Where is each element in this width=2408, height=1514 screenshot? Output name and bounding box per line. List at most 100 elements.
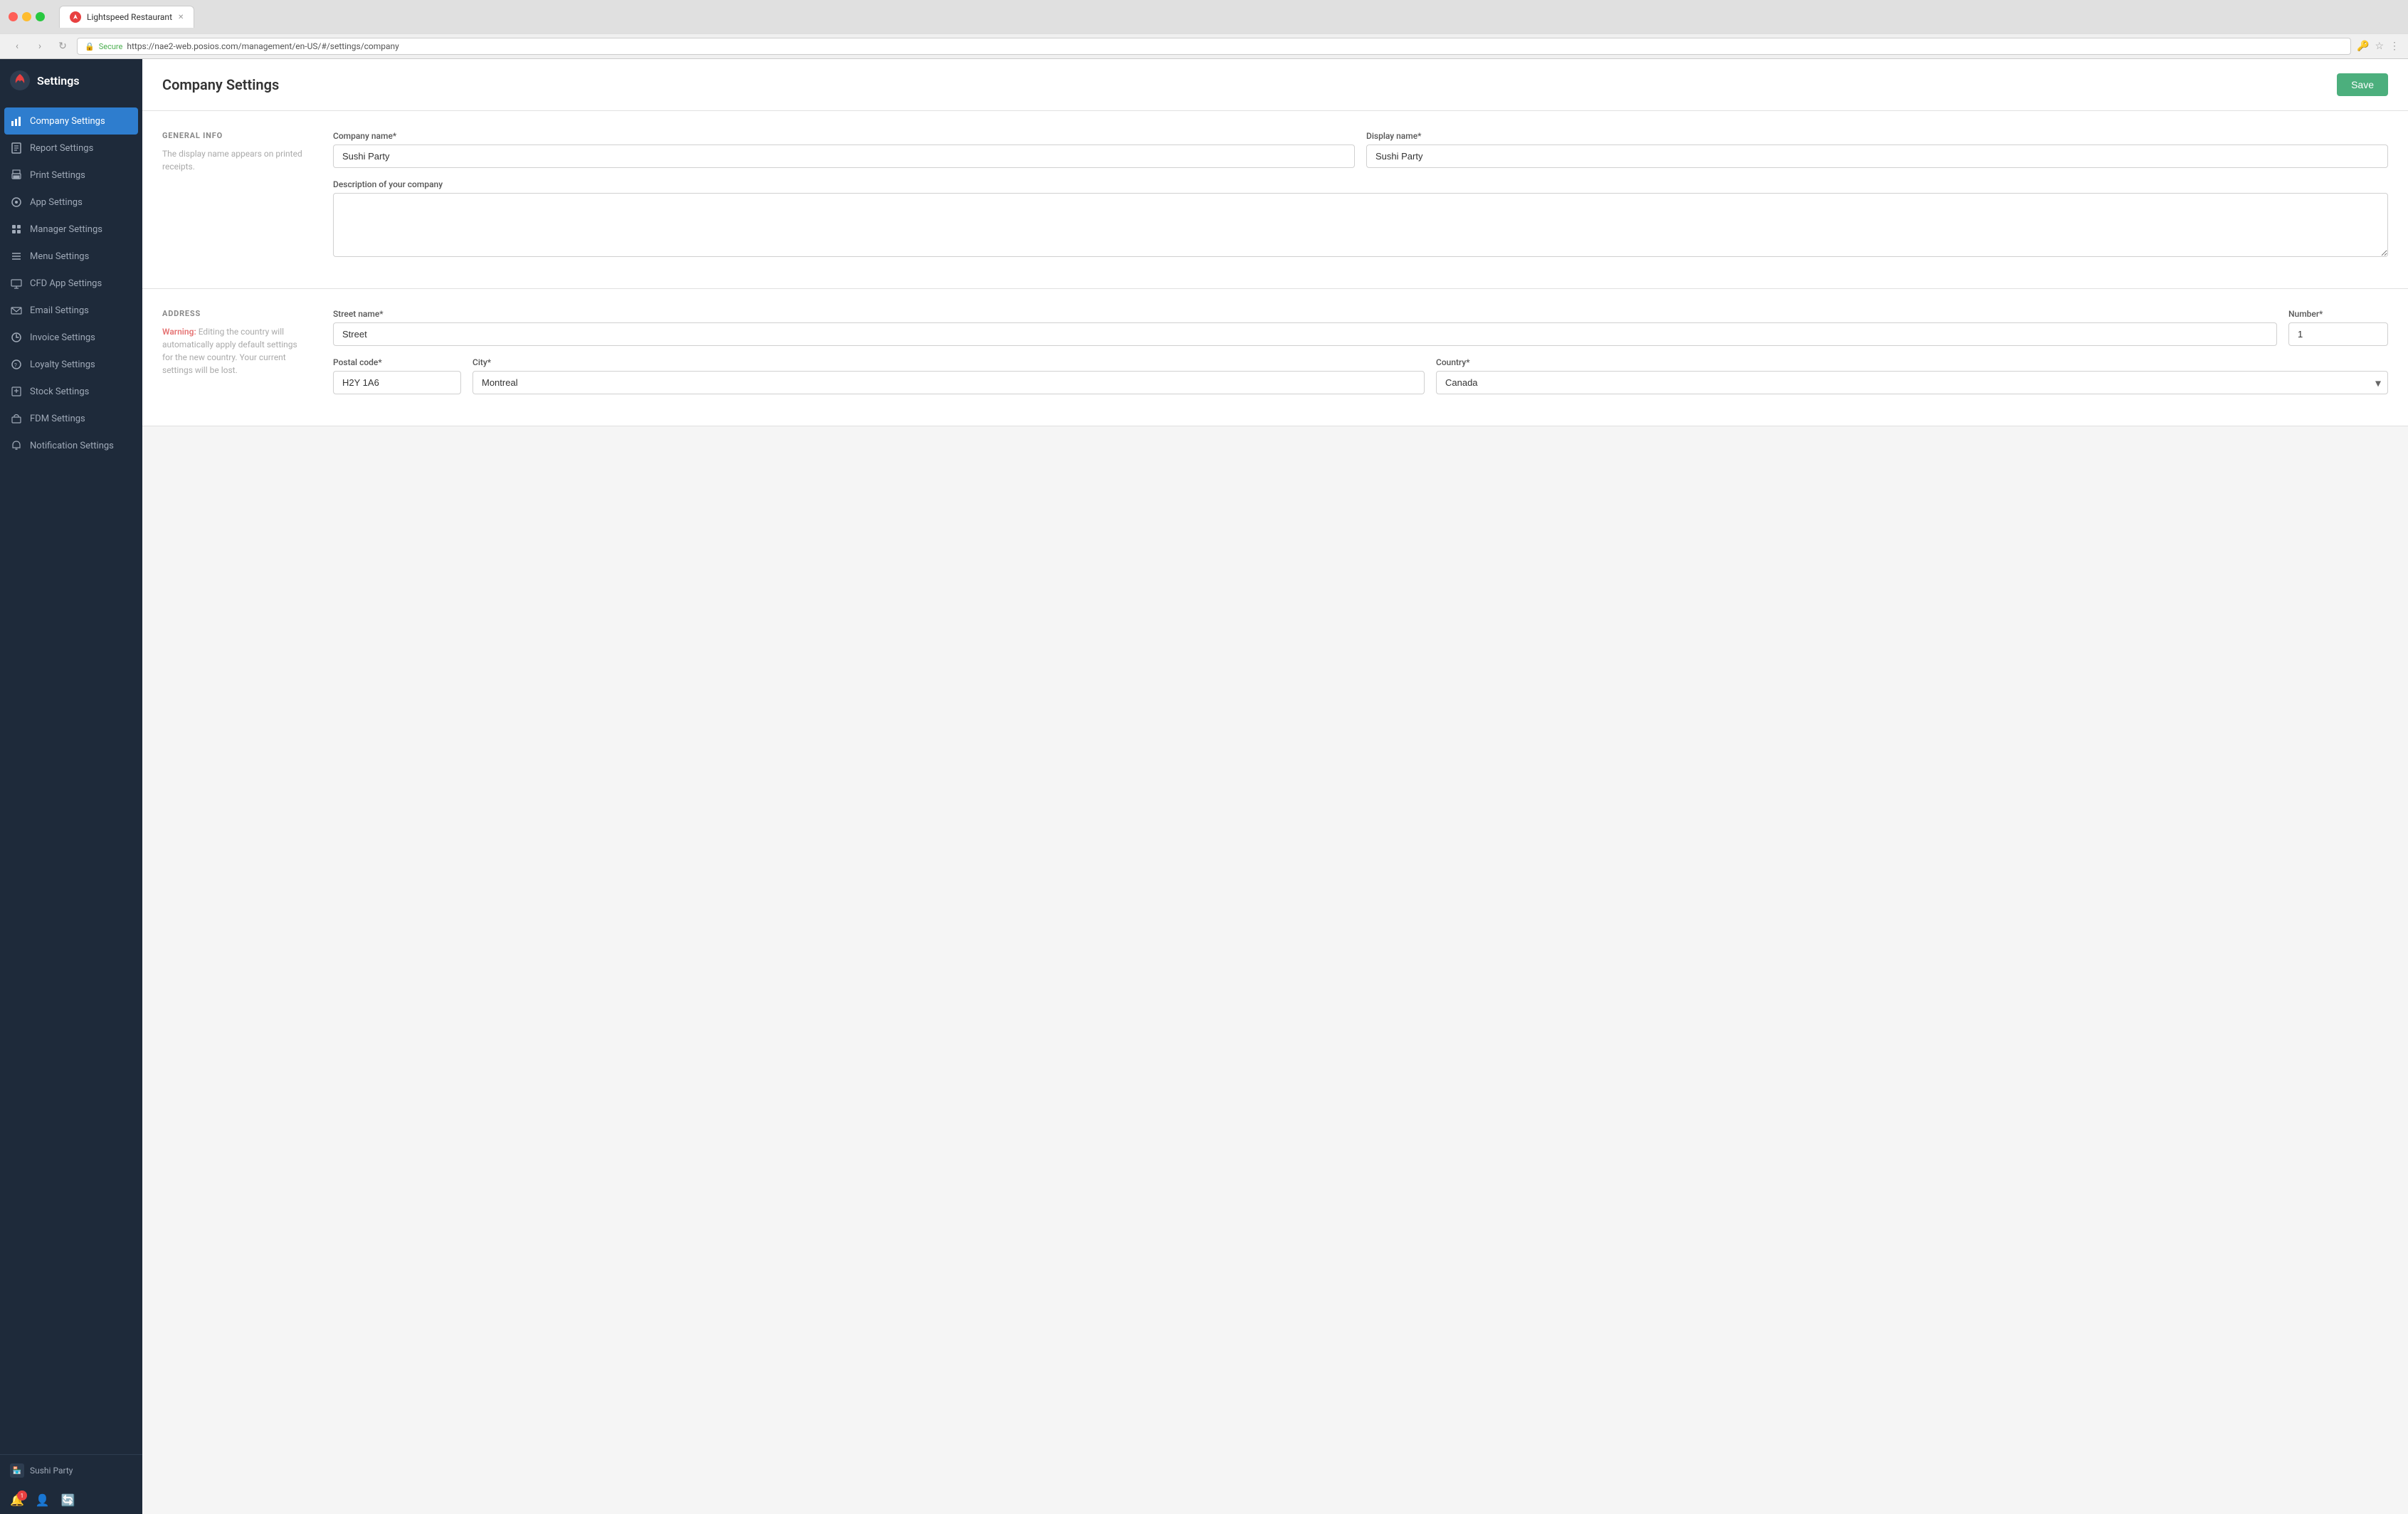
country-select[interactable]: Canada United States Belgium France Neth… (1436, 371, 2388, 394)
sidebar-item-company[interactable]: Company Settings (4, 107, 138, 135)
sidebar-item-print[interactable]: Print Settings (0, 162, 142, 189)
sidebar-item-cfd-label: CFD App Settings (30, 278, 102, 289)
general-info-layout: GENERAL INFO The display name appears on… (162, 131, 2388, 268)
sidebar-item-email[interactable]: Email Settings (0, 297, 142, 324)
sidebar-item-stock-label: Stock Settings (30, 387, 89, 397)
lock-icon: 🔒 (85, 42, 95, 51)
company-name-label: Company name* (333, 131, 1355, 141)
street-name-label: Street name* (333, 309, 2277, 319)
cfd-icon (10, 277, 23, 290)
description-label: Description of your company (333, 179, 2388, 189)
sidebar-item-loyalty[interactable]: ? Loyalty Settings (0, 351, 142, 378)
footer-actions: 🔔 1 👤 🔄 (0, 1486, 142, 1514)
sidebar-item-manager[interactable]: Manager Settings (0, 216, 142, 243)
tab-title: Lightspeed Restaurant (87, 12, 172, 22)
sidebar-item-notification-label: Notification Settings (30, 441, 114, 451)
sidebar-item-fdm-label: FDM Settings (30, 414, 85, 424)
url-display: https://nae2-web.posios.com/management/e… (127, 41, 399, 51)
sidebar-item-email-label: Email Settings (30, 305, 89, 316)
sidebar-item-report[interactable]: Report Settings (0, 135, 142, 162)
forward-button[interactable]: › (31, 38, 48, 55)
company-name-input[interactable] (333, 144, 1355, 168)
country-group: Country* Canada United States Belgium Fr… (1436, 357, 2388, 394)
city-input[interactable] (472, 371, 1425, 394)
address-bar: ‹ › ↻ 🔒 Secure https://nae2-web.posios.c… (0, 33, 2408, 58)
sidebar: Settings Company Settings Report Setting… (0, 59, 142, 1514)
sidebar-header: Settings (0, 59, 142, 102)
address-label: ADDRESS (162, 309, 305, 318)
stock-icon (10, 385, 23, 398)
address-desc: Warning: Editing the country will automa… (162, 325, 305, 377)
sidebar-item-print-label: Print Settings (30, 170, 85, 181)
tab-bar: Lightspeed Restaurant ✕ (51, 6, 203, 28)
address-section: ADDRESS Warning: Editing the country wil… (142, 289, 2408, 426)
user-button[interactable]: 👤 (36, 1493, 50, 1507)
back-button[interactable]: ‹ (9, 38, 26, 55)
description-textarea[interactable] (333, 193, 2388, 257)
general-info-label: GENERAL INFO (162, 131, 305, 140)
minimize-button[interactable] (22, 12, 31, 21)
browser-chrome: Lightspeed Restaurant ✕ ‹ › ↻ 🔒 Secure h… (0, 0, 2408, 59)
postal-code-input[interactable] (333, 371, 461, 394)
street-name-input[interactable] (333, 322, 2277, 346)
sidebar-item-app[interactable]: App Settings (0, 189, 142, 216)
general-info-fields: Company name* Display name* Description … (333, 131, 2388, 268)
number-label: Number* (2288, 309, 2388, 319)
chart-icon (10, 115, 23, 127)
sidebar-item-cfd[interactable]: CFD App Settings (0, 270, 142, 297)
sidebar-item-notification[interactable]: Notification Settings (0, 432, 142, 459)
display-name-input[interactable] (1366, 144, 2388, 168)
sidebar-item-company-label: Company Settings (30, 116, 105, 127)
sidebar-item-invoice[interactable]: Invoice Settings (0, 324, 142, 351)
notifications-button[interactable]: 🔔 1 (10, 1493, 24, 1507)
general-info-desc: The display name appears on printed rece… (162, 147, 305, 173)
save-button[interactable]: Save (2337, 73, 2388, 96)
street-row: Street name* Number* (333, 309, 2388, 346)
name-row: Company name* Display name* (333, 131, 2388, 168)
sidebar-item-loyalty-label: Loyalty Settings (30, 359, 95, 370)
address-layout: ADDRESS Warning: Editing the country wil… (162, 309, 2388, 406)
logo-icon (10, 70, 30, 90)
display-name-group: Display name* (1366, 131, 2388, 168)
star-icon[interactable]: ☆ (2375, 41, 2384, 52)
sidebar-footer: 🏪 Sushi Party (0, 1454, 142, 1486)
tab-close-icon[interactable]: ✕ (178, 14, 184, 21)
description-group: Description of your company (333, 179, 2388, 257)
reload-button[interactable]: ↻ (54, 38, 71, 55)
number-input[interactable] (2288, 322, 2388, 346)
sidebar-item-fdm[interactable]: FDM Settings (0, 405, 142, 432)
maximize-button[interactable] (36, 12, 45, 21)
settings-button[interactable]: 🔄 (61, 1493, 75, 1507)
sidebar-title: Settings (37, 74, 80, 88)
menu-icon[interactable]: ⋮ (2389, 41, 2399, 52)
address-actions: 🔑 ☆ ⋮ (2357, 41, 2399, 52)
email-icon (10, 304, 23, 317)
sidebar-item-invoice-label: Invoice Settings (30, 332, 95, 343)
tab-favicon (70, 11, 81, 23)
key-icon[interactable]: 🔑 (2357, 41, 2369, 52)
sidebar-item-app-label: App Settings (30, 197, 83, 208)
app: Settings Company Settings Report Setting… (0, 59, 2408, 1514)
url-bar[interactable]: 🔒 Secure https://nae2-web.posios.com/man… (77, 38, 2351, 55)
country-label: Country* (1436, 357, 2388, 367)
page-title: Company Settings (162, 76, 279, 93)
notification-nav-icon (10, 439, 23, 452)
fdm-icon (10, 412, 23, 425)
main-content: Company Settings Save GENERAL INFO The d… (142, 59, 2408, 1514)
postal-code-label: Postal code* (333, 357, 461, 367)
number-group: Number* (2288, 309, 2388, 346)
general-info-section: GENERAL INFO The display name appears on… (142, 111, 2408, 289)
city-label: City* (472, 357, 1425, 367)
notification-badge: 1 (17, 1491, 27, 1500)
browser-titlebar: Lightspeed Restaurant ✕ (0, 0, 2408, 33)
city-row: Postal code* City* Country* Canada (333, 357, 2388, 394)
close-button[interactable] (9, 12, 18, 21)
sidebar-item-stock[interactable]: Stock Settings (0, 378, 142, 405)
loyalty-icon: ? (10, 358, 23, 371)
manager-icon (10, 223, 23, 236)
active-tab[interactable]: Lightspeed Restaurant ✕ (59, 6, 194, 28)
sidebar-item-menu[interactable]: Menu Settings (0, 243, 142, 270)
sidebar-nav: Company Settings Report Settings Print S… (0, 102, 142, 1454)
traffic-lights (9, 12, 45, 21)
store-name: Sushi Party (30, 1466, 73, 1476)
